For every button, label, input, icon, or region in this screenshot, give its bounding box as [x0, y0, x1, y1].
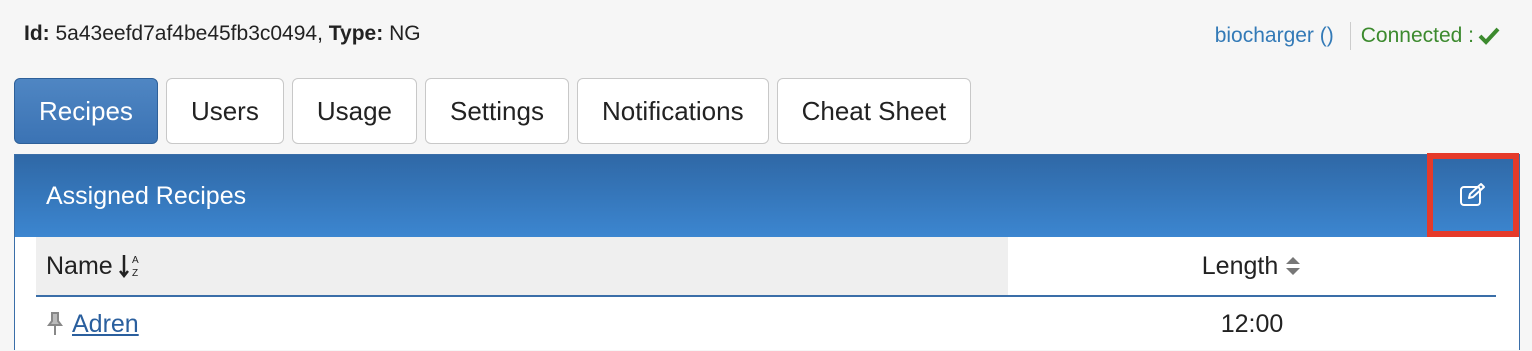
- device-info: Id: 5a43eefd7af4be45fb3c0494, Type: NG: [24, 22, 421, 46]
- table-header: Name A Z Length: [36, 237, 1496, 297]
- assigned-recipes-panel: Assigned Recipes Name A Z Length Adren 1…: [14, 153, 1520, 351]
- panel-header: Assigned Recipes: [15, 153, 1519, 237]
- tab-cheat-sheet[interactable]: Cheat Sheet: [776, 78, 972, 144]
- id-label: Id:: [24, 22, 50, 45]
- tab-usage[interactable]: Usage: [291, 78, 417, 144]
- tab-settings[interactable]: Settings: [425, 78, 569, 144]
- sort-icon: [1286, 257, 1301, 275]
- sort-alpha-icon: A Z: [118, 255, 139, 279]
- tab-bar: Recipes Users Usage Settings Notificatio…: [14, 78, 972, 144]
- recipe-name-cell: Adren: [36, 310, 1008, 339]
- tab-recipes[interactable]: Recipes: [14, 78, 158, 144]
- type-label: Type:: [328, 22, 384, 45]
- connection-status: biocharger () Connected :: [1215, 22, 1500, 50]
- recipes-table: Name A Z Length Adren 12:00: [36, 237, 1496, 351]
- tab-users[interactable]: Users: [165, 78, 284, 144]
- recipe-length: 12:00: [1220, 309, 1284, 338]
- column-name-label: Name: [46, 251, 113, 280]
- pin-icon: [47, 312, 63, 335]
- table-row: Adren 12:00: [36, 297, 1496, 351]
- divider: [1349, 22, 1351, 50]
- device-link[interactable]: biocharger (): [1215, 24, 1350, 48]
- column-length[interactable]: Length: [1008, 237, 1496, 295]
- column-name[interactable]: Name A Z: [36, 237, 1008, 295]
- tab-notifications[interactable]: Notifications: [576, 78, 769, 144]
- recipe-link[interactable]: Adren: [72, 310, 139, 339]
- id-value: 5a43eefd7af4be45fb3c0494,: [55, 22, 323, 45]
- type-value: NG: [389, 22, 421, 45]
- check-icon: [1478, 27, 1500, 45]
- column-length-label: Length: [1201, 251, 1279, 280]
- edit-button[interactable]: [1427, 153, 1519, 237]
- svg-text:A: A: [132, 255, 139, 266]
- status-text: Connected :: [1360, 24, 1474, 47]
- edit-icon: [1460, 183, 1485, 206]
- svg-text:Z: Z: [132, 268, 138, 279]
- panel-title: Assigned Recipes: [46, 181, 247, 210]
